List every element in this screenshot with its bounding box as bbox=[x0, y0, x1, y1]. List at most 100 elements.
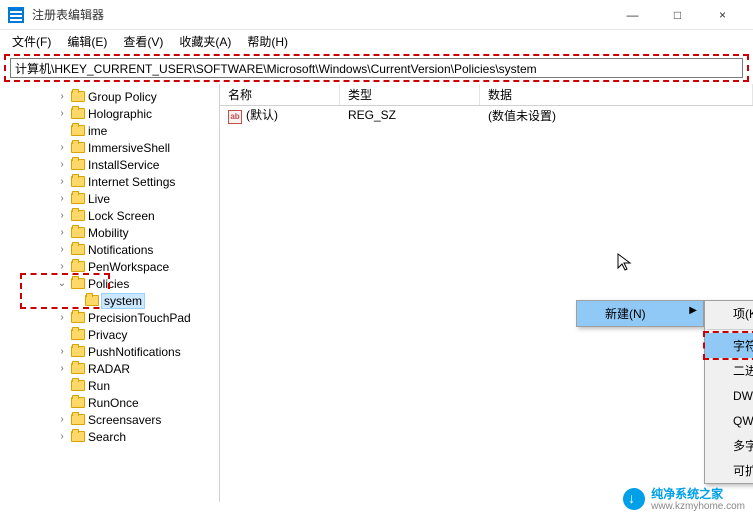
tree-item-penworkspace[interactable]: › PenWorkspace bbox=[0, 258, 219, 275]
menu-edit[interactable]: 编辑(E) bbox=[59, 31, 115, 52]
tree-item-policies[interactable]: ⌄ Policies bbox=[0, 275, 219, 292]
tree-item-live[interactable]: › Live bbox=[0, 190, 219, 207]
tree-item-group-policy[interactable]: ›Group Policy bbox=[0, 88, 219, 105]
tree-item-pushnotifications[interactable]: ›PushNotifications bbox=[0, 343, 219, 360]
chevron-icon[interactable]: › bbox=[56, 176, 68, 187]
tree-item-lock-screen[interactable]: ›Lock Screen bbox=[0, 207, 219, 224]
chevron-icon[interactable]: › bbox=[56, 142, 68, 153]
tree-item-search[interactable]: ›Search bbox=[0, 428, 219, 445]
tree-item-mobility[interactable]: ›Mobility bbox=[0, 224, 219, 241]
folder-icon bbox=[71, 210, 85, 221]
chevron-icon[interactable]: › bbox=[56, 193, 68, 204]
col-header-name[interactable]: 名称 bbox=[220, 84, 340, 105]
tree-item-installservice[interactable]: › InstallService bbox=[0, 156, 219, 173]
tree-item-label: Privacy bbox=[88, 328, 127, 342]
list-panel[interactable]: 名称 类型 数据 ab(默认) REG_SZ (数值未设置) 新建(N) ▶ 项… bbox=[220, 84, 753, 502]
menu-item-new[interactable]: 新建(N) ▶ bbox=[577, 301, 703, 326]
menu-view[interactable]: 查看(V) bbox=[115, 31, 171, 52]
folder-icon bbox=[71, 142, 85, 153]
folder-icon bbox=[71, 261, 85, 272]
watermark-icon bbox=[623, 488, 645, 510]
cell-name: ab (默认) bbox=[220, 105, 340, 125]
tree-item-label: ImmersiveShell bbox=[88, 141, 170, 155]
menu-favorites[interactable]: 收藏夹(A) bbox=[171, 31, 239, 52]
folder-icon bbox=[71, 278, 85, 289]
chevron-icon[interactable]: › bbox=[56, 210, 68, 221]
watermark-text: 纯净系统之家 www.kzmyhome.com bbox=[651, 486, 745, 512]
chevron-icon[interactable]: ⌄ bbox=[56, 278, 68, 289]
close-button[interactable]: × bbox=[700, 0, 745, 30]
submenu-item-multistring[interactable]: 多字符串值(M) bbox=[705, 433, 753, 458]
submenu-item-binary[interactable]: 二进制值(B) bbox=[705, 358, 753, 383]
tree-item-label: Holographic bbox=[88, 107, 152, 121]
folder-icon bbox=[71, 176, 85, 187]
submenu-item-dword[interactable]: DWORD (32 位)值(D) bbox=[705, 383, 753, 408]
chevron-icon[interactable]: › bbox=[56, 91, 68, 102]
tree-item-label: PenWorkspace bbox=[88, 260, 169, 274]
tree-item-immersiveshell[interactable]: › ImmersiveShell bbox=[0, 139, 219, 156]
submenu-item-qword[interactable]: QWORD (64 位)值(Q) bbox=[705, 408, 753, 433]
submenu-item-key[interactable]: 项(K) bbox=[705, 301, 753, 326]
tree-item-screensavers[interactable]: ›Screensavers bbox=[0, 411, 219, 428]
tree-item-runonce[interactable]: RunOnce bbox=[0, 394, 219, 411]
maximize-button[interactable]: □ bbox=[655, 0, 700, 30]
folder-icon bbox=[71, 125, 85, 136]
tree-item-radar[interactable]: ›RADAR bbox=[0, 360, 219, 377]
tree-item-label: Policies bbox=[88, 277, 129, 291]
tree-item-label: PrecisionTouchPad bbox=[88, 311, 191, 325]
window-title: 注册表编辑器 bbox=[32, 6, 610, 23]
tree-item-ime[interactable]: ime bbox=[0, 122, 219, 139]
address-bar-highlight bbox=[4, 54, 749, 82]
chevron-icon[interactable]: › bbox=[56, 431, 68, 442]
main-area: ›Group Policy›Holographicime›ImmersiveSh… bbox=[0, 84, 753, 502]
chevron-icon[interactable]: › bbox=[56, 346, 68, 357]
menu-separator bbox=[707, 329, 753, 330]
chevron-icon[interactable]: › bbox=[56, 108, 68, 119]
submenu-item-expandstring[interactable]: 可扩充字符串值(E) bbox=[705, 458, 753, 483]
value-name: (默认) bbox=[246, 108, 278, 122]
menu-file[interactable]: 文件(F) bbox=[4, 31, 59, 52]
chevron-icon[interactable]: › bbox=[56, 244, 68, 255]
tree-item-label: system bbox=[102, 294, 144, 308]
tree-item-precisiontouchpad[interactable]: › PrecisionTouchPad bbox=[0, 309, 219, 326]
submenu-item-string[interactable]: 字符串值(S) bbox=[705, 333, 753, 358]
cell-type: REG_SZ bbox=[340, 107, 480, 123]
menu-bar: 文件(F) 编辑(E) 查看(V) 收藏夹(A) 帮助(H) bbox=[0, 30, 753, 52]
submenu-arrow-icon: ▶ bbox=[689, 305, 697, 316]
tree-item-run[interactable]: Run bbox=[0, 377, 219, 394]
folder-icon bbox=[71, 312, 85, 323]
folder-icon bbox=[85, 295, 99, 306]
string-value-icon: ab bbox=[228, 110, 242, 124]
tree-item-label: Run bbox=[88, 379, 110, 393]
folder-icon bbox=[71, 244, 85, 255]
tree-item-holographic[interactable]: › Holographic bbox=[0, 105, 219, 122]
watermark-name: 纯净系统之家 bbox=[651, 487, 723, 501]
chevron-icon[interactable]: › bbox=[56, 227, 68, 238]
tree-panel[interactable]: ›Group Policy›Holographicime›ImmersiveSh… bbox=[0, 84, 220, 502]
col-header-data[interactable]: 数据 bbox=[480, 84, 753, 105]
chevron-icon[interactable]: › bbox=[56, 261, 68, 272]
tree-item-privacy[interactable]: Privacy bbox=[0, 326, 219, 343]
tree-item-notifications[interactable]: ›Notifications bbox=[0, 241, 219, 258]
col-header-type[interactable]: 类型 bbox=[340, 84, 480, 105]
tree-item-label: RunOnce bbox=[88, 396, 139, 410]
chevron-icon[interactable]: › bbox=[56, 414, 68, 425]
chevron-icon[interactable]: › bbox=[56, 363, 68, 374]
context-submenu-new: 项(K) 字符串值(S) 二进制值(B) DWORD (32 位)值(D) QW… bbox=[704, 300, 753, 484]
tree-item-system[interactable]: system bbox=[0, 292, 219, 309]
list-header: 名称 类型 数据 bbox=[220, 84, 753, 106]
chevron-icon[interactable]: › bbox=[56, 312, 68, 323]
chevron-icon[interactable]: › bbox=[56, 159, 68, 170]
tree-item-label: Internet Settings bbox=[88, 175, 175, 189]
address-input[interactable] bbox=[10, 58, 743, 78]
tree-item-label: InstallService bbox=[88, 158, 159, 172]
folder-icon bbox=[71, 329, 85, 340]
title-bar: 注册表编辑器 — □ × bbox=[0, 0, 753, 30]
tree-item-internet-settings[interactable]: › Internet Settings bbox=[0, 173, 219, 190]
minimize-button[interactable]: — bbox=[610, 0, 655, 30]
folder-icon bbox=[71, 159, 85, 170]
list-row[interactable]: ab(默认) REG_SZ (数值未设置) bbox=[220, 106, 753, 124]
menu-help[interactable]: 帮助(H) bbox=[239, 31, 296, 52]
tree-item-label: Live bbox=[88, 192, 110, 206]
folder-icon bbox=[71, 363, 85, 374]
